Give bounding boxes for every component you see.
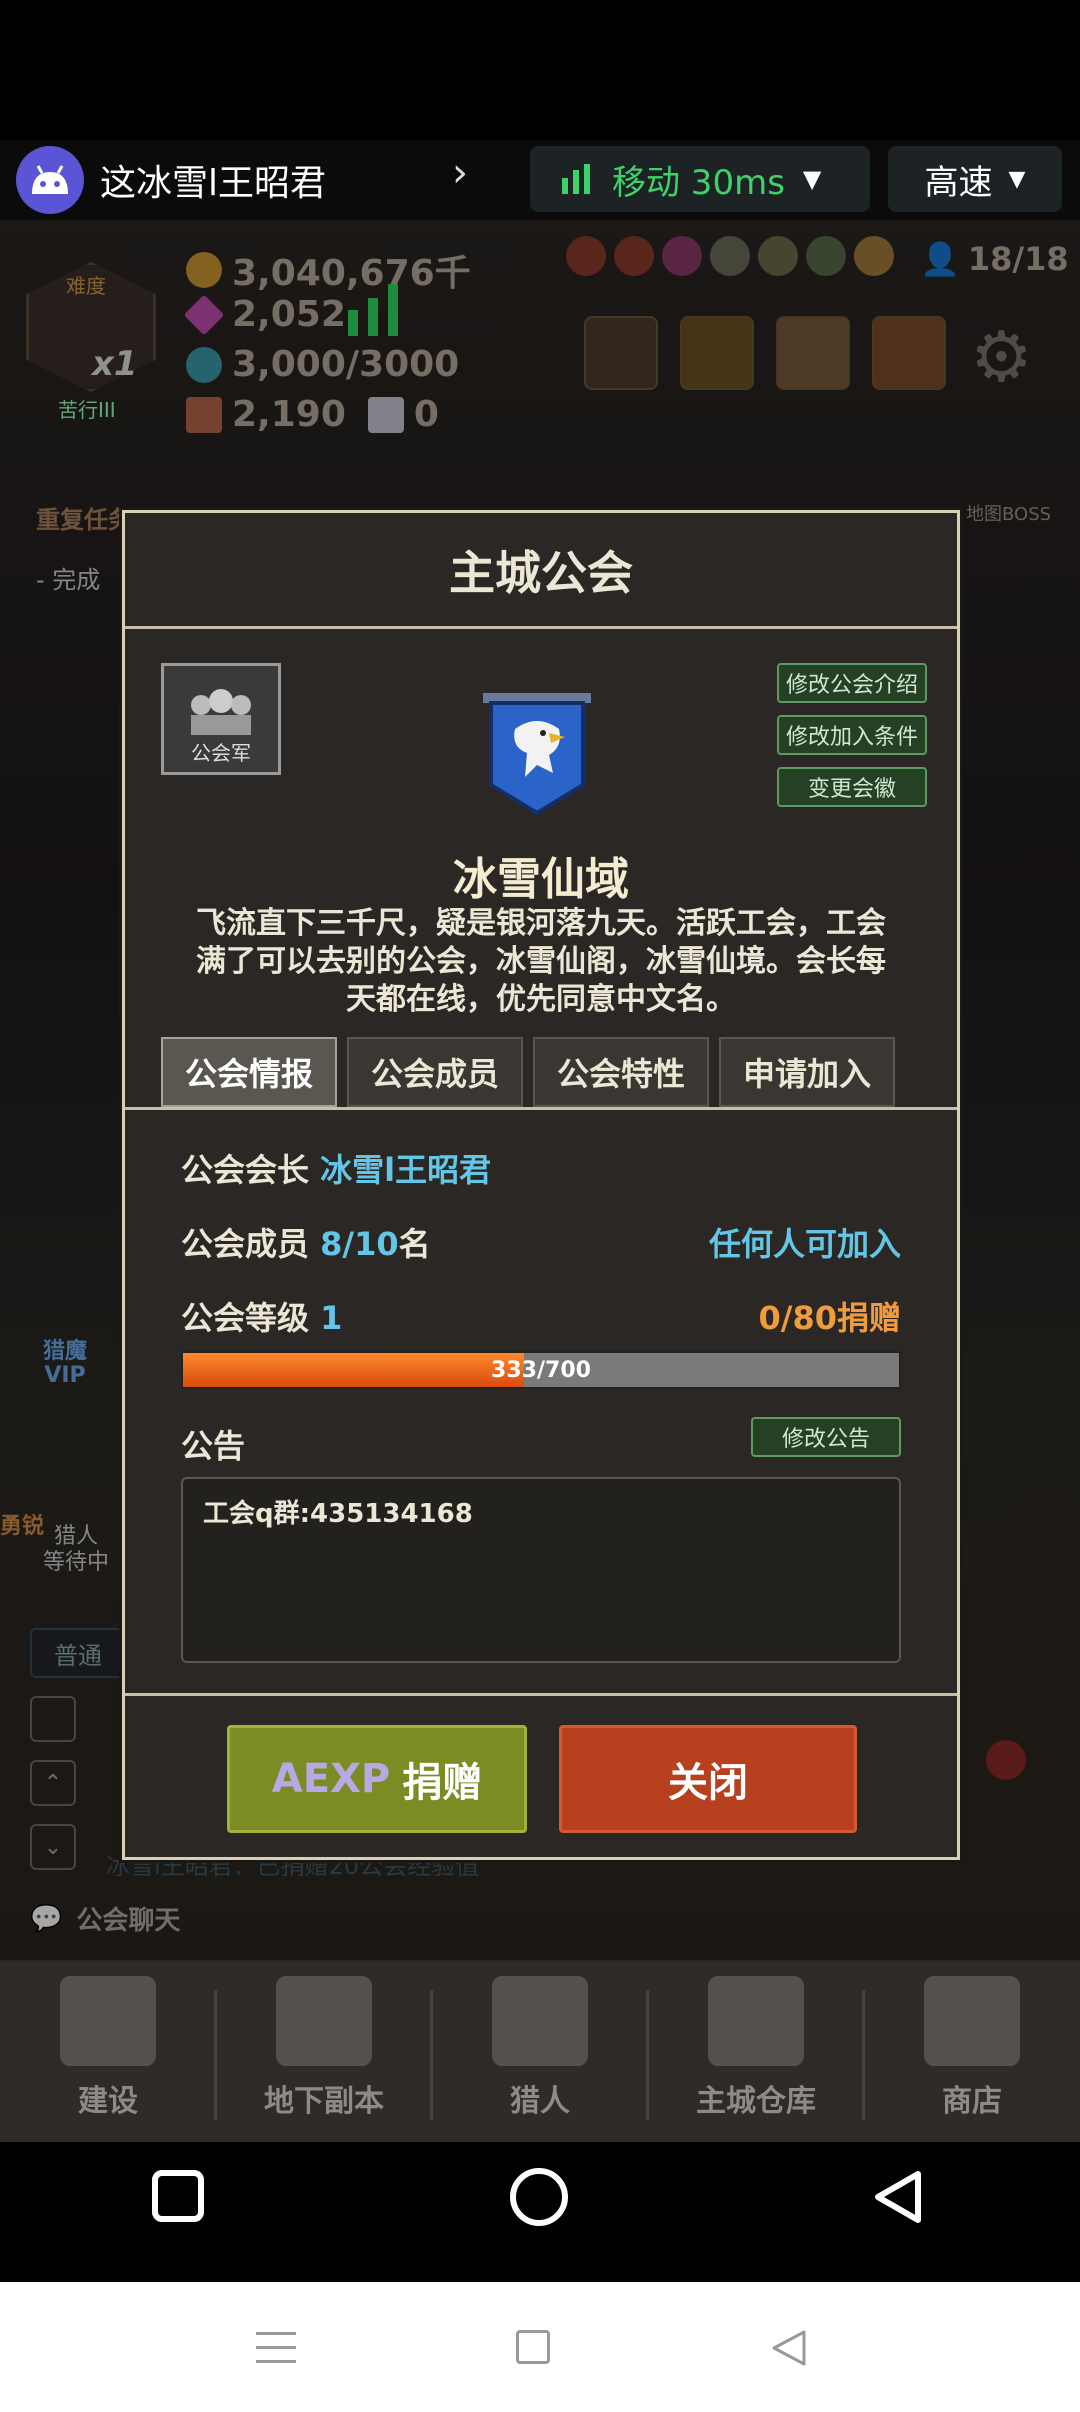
back-icon[interactable] (870, 2168, 926, 2230)
guild-name: 冰雪仙域 (453, 854, 629, 905)
hunter-icon (492, 1976, 588, 2066)
guild-army-label: 公会军 (191, 741, 251, 765)
notice-text: 工会q群:435134168 (203, 1499, 473, 1529)
shop-icon (924, 1976, 1020, 2066)
nav-build[interactable]: 建设 (0, 1962, 216, 2142)
app-icon[interactable] (16, 146, 84, 214)
edit-notice-button[interactable]: 修改公告 (751, 1417, 901, 1457)
members-count: 8/10 (320, 1225, 399, 1263)
change-emblem-button[interactable]: 变更会徽 (777, 767, 927, 807)
close-button[interactable]: 关闭 (559, 1725, 857, 1833)
level-label: 公会等级 (181, 1299, 310, 1337)
chevron-right-icon[interactable]: › (452, 150, 468, 196)
square-icon[interactable] (516, 2330, 550, 2364)
tab-guild-members[interactable]: 公会成员 (347, 1037, 523, 1107)
nav-hunter-label: 猎人 (510, 2084, 570, 2119)
tab-apply-join[interactable]: 申请加入 (719, 1037, 895, 1107)
nav-hunter[interactable]: 猎人 (432, 1962, 648, 2142)
hammer-icon (60, 1976, 156, 2066)
donate-button[interactable]: AEXP 捐赠 (227, 1725, 527, 1833)
guild-army-emblem[interactable]: 公会军 (161, 663, 281, 775)
nav-shop-label: 商店 (942, 2084, 1002, 2119)
edit-join-conditions-button[interactable]: 修改加入条件 (777, 715, 927, 755)
tab-divider (125, 1107, 957, 1110)
footer-divider (125, 1693, 957, 1696)
chest-icon (708, 1976, 804, 2066)
menu-icon[interactable] (256, 2330, 296, 2370)
signal-icon (562, 164, 590, 194)
tab-guild-traits[interactable]: 公会特性 (533, 1037, 709, 1107)
nav-dungeon-label: 地下副本 (264, 2084, 384, 2119)
nav-dungeon[interactable]: 地下副本 (216, 1962, 432, 2142)
join-policy: 任何人可加入 (708, 1225, 901, 1263)
home-icon[interactable] (510, 2168, 568, 2226)
guild-exp-text: 333/700 (491, 1357, 591, 1383)
leader-name[interactable]: 冰雪l王昭君 (320, 1151, 491, 1189)
donate-label: 捐赠 (402, 1760, 483, 1806)
aexp-label: AEXP (271, 1756, 391, 1802)
back-icon[interactable] (770, 2328, 808, 2372)
nav-shop[interactable]: 商店 (864, 1962, 1080, 2142)
level-value: 1 (320, 1299, 343, 1337)
notice-label: 公告 (181, 1427, 246, 1465)
leader-label: 公会会长 (181, 1151, 310, 1189)
guild-modal: 主城公会 公会军 修改公会介绍 修改加入条件 变更会徽 冰雪仙域 飞流直下三千尺… (122, 510, 960, 1860)
chevron-down-icon: ▼ (802, 165, 822, 193)
guild-exp-bar: 333/700 (181, 1351, 901, 1389)
notice-box: 工会q群:435134168 (181, 1477, 901, 1663)
members-unit: 名 (398, 1225, 431, 1263)
eagle-banner-icon (479, 689, 595, 821)
donation-count: 0/80捐赠 (758, 1299, 902, 1337)
nav-warehouse[interactable]: 主城仓库 (648, 1962, 864, 2142)
nav-warehouse-label: 主城仓库 (696, 2084, 816, 2119)
nav-build-label: 建设 (78, 2084, 138, 2119)
network-selector[interactable]: 移动 30ms ▼ (530, 146, 870, 212)
speed-label: 高速 (924, 162, 993, 203)
recent-apps-icon[interactable] (152, 2170, 204, 2222)
members-label: 公会成员 (181, 1225, 310, 1263)
knights-icon (191, 689, 251, 735)
guild-description: 飞流直下三千尺，疑是银河落九天。活跃工会，工会满了可以去别的公会，冰雪仙阁，冰雪… (196, 906, 886, 1017)
speed-selector[interactable]: 高速 ▼ (888, 146, 1062, 212)
chevron-down-icon: ▼ (1008, 166, 1026, 192)
edit-intro-button[interactable]: 修改公会介绍 (777, 663, 927, 703)
tab-guild-info[interactable]: 公会情报 (161, 1037, 337, 1107)
network-label: 移动 30ms (612, 162, 785, 203)
modal-title: 主城公会 (125, 513, 957, 629)
status-bar (0, 0, 1080, 140)
dungeon-gate-icon (276, 1976, 372, 2066)
game-title: 这冰雪l王昭君 (100, 163, 327, 204)
